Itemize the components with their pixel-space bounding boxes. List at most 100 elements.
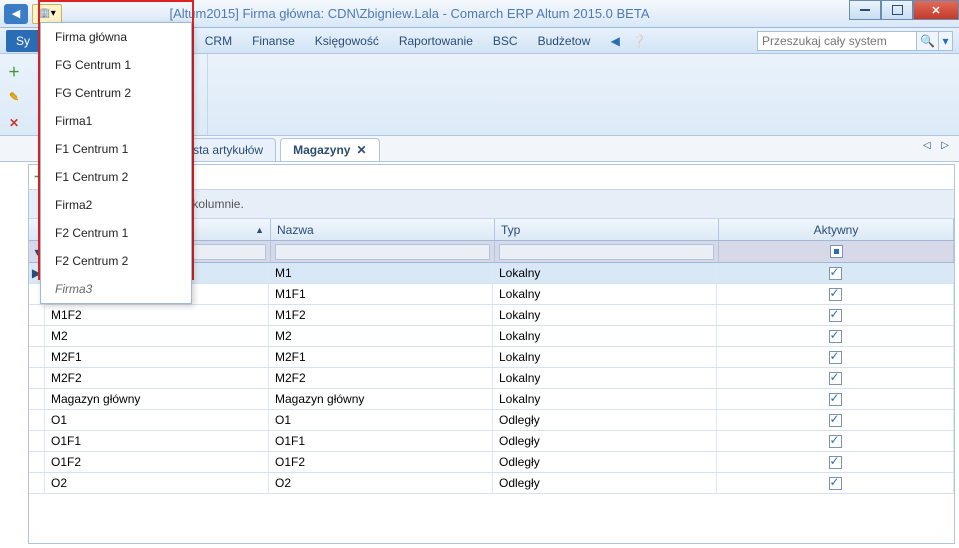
company-dropdown-item[interactable]: Firma1	[41, 107, 191, 135]
aktywny-checkbox[interactable]	[829, 288, 842, 301]
cell-aktywny	[717, 284, 954, 304]
company-dropdown-item[interactable]: F2 Centrum 2	[41, 247, 191, 275]
document-tab[interactable]: Magazyny ✕	[280, 138, 379, 161]
filter-typ-input[interactable]	[499, 244, 714, 260]
menu-system[interactable]: Sy	[6, 30, 40, 52]
cell-kod: O1	[45, 410, 269, 430]
tab-label: Lista artykułów	[184, 143, 263, 157]
company-dropdown-item[interactable]: FG Centrum 2	[41, 79, 191, 107]
table-row[interactable]: O1F1O1F1Odległy	[29, 431, 954, 452]
cell-kod: Magazyn główny	[45, 389, 269, 409]
aktywny-checkbox[interactable]	[829, 351, 842, 364]
filter-aktywny-checkbox[interactable]	[830, 245, 843, 258]
cell-kod: M2F2	[45, 368, 269, 388]
aktywny-checkbox[interactable]	[829, 393, 842, 406]
table-row[interactable]: O1O1Odległy	[29, 410, 954, 431]
search-go-button[interactable]: 🔍	[917, 31, 939, 51]
side-delete-button[interactable]: ✕	[5, 114, 23, 132]
table-row[interactable]: Magazyn głównyMagazyn głównyLokalny	[29, 389, 954, 410]
tab-scroll[interactable]: ◁ ▷	[923, 140, 953, 151]
cell-kod: O2	[45, 473, 269, 493]
cell-nazwa: M1F1	[269, 284, 493, 304]
menu-budzetow[interactable]: Budżetow	[528, 30, 601, 52]
row-indicator	[29, 347, 45, 367]
table-row[interactable]: M2F1M2F1Lokalny	[29, 347, 954, 368]
window-title: [Altum2015] Firma główna: CDN\Zbigniew.L…	[0, 6, 819, 21]
row-indicator	[29, 452, 45, 472]
company-dropdown-item[interactable]: F1 Centrum 1	[41, 135, 191, 163]
back-button[interactable]: ◀	[4, 4, 28, 24]
search-input[interactable]	[757, 31, 917, 51]
cell-typ: Lokalny	[493, 347, 717, 367]
cell-aktywny	[717, 326, 954, 346]
cell-typ: Odległy	[493, 473, 717, 493]
table-row[interactable]: O2O2Odległy	[29, 473, 954, 494]
cell-aktywny	[717, 389, 954, 409]
company-dropdown-item[interactable]: F2 Centrum 1	[41, 219, 191, 247]
company-dropdown-item[interactable]: F1 Centrum 2	[41, 163, 191, 191]
building-icon: 🏢▾	[38, 8, 55, 19]
cell-typ: Lokalny	[493, 326, 717, 346]
filter-nazwa[interactable]	[271, 241, 495, 262]
cell-aktywny	[717, 305, 954, 325]
header-nazwa[interactable]: Nazwa	[271, 219, 495, 240]
cell-typ: Lokalny	[493, 368, 717, 388]
aktywny-checkbox[interactable]	[829, 435, 842, 448]
header-aktywny[interactable]: Aktywny	[719, 219, 954, 240]
company-dropdown-item[interactable]: Firma3	[41, 275, 191, 303]
aktywny-checkbox[interactable]	[829, 477, 842, 490]
menu-ksiegowosc[interactable]: Księgowość	[305, 30, 389, 52]
filter-aktywny[interactable]	[719, 241, 954, 262]
cell-typ: Lokalny	[493, 389, 717, 409]
close-button[interactable]	[913, 0, 959, 20]
aktywny-checkbox[interactable]	[829, 372, 842, 385]
cell-aktywny	[717, 431, 954, 451]
grid-rows: ▶M1M1LokalnyM1F1M1F1LokalnyM1F2M1F2Lokal…	[29, 263, 954, 543]
table-row[interactable]: M2F2M2F2Lokalny	[29, 368, 954, 389]
menu-finanse[interactable]: Finanse	[242, 30, 305, 52]
side-toolbar: ＋ ✎ ✕	[0, 54, 28, 132]
help-icon[interactable]: ❔	[630, 32, 648, 50]
table-row[interactable]: M1F2M1F2Lokalny	[29, 305, 954, 326]
aktywny-checkbox[interactable]	[829, 267, 842, 280]
cell-nazwa: M2F2	[269, 368, 493, 388]
menu-raportowanie[interactable]: Raportowanie	[389, 30, 483, 52]
tab-close-icon[interactable]: ✕	[356, 143, 366, 157]
filter-nazwa-input[interactable]	[275, 244, 490, 260]
company-dropdown[interactable]: Firma głównaFG Centrum 1FG Centrum 2Firm…	[40, 22, 192, 304]
maximize-button[interactable]	[881, 0, 913, 20]
global-search: 🔍 ▾	[757, 31, 953, 51]
cell-nazwa: O1F2	[269, 452, 493, 472]
row-indicator	[29, 410, 45, 430]
side-edit-button[interactable]: ✎	[5, 88, 23, 106]
aktywny-checkbox[interactable]	[829, 414, 842, 427]
aktywny-checkbox[interactable]	[829, 309, 842, 322]
company-dropdown-item[interactable]: Firma2	[41, 191, 191, 219]
cell-nazwa: M2F1	[269, 347, 493, 367]
company-dropdown-item[interactable]: FG Centrum 1	[41, 51, 191, 79]
cell-aktywny	[717, 473, 954, 493]
cell-kod: O1F1	[45, 431, 269, 451]
menu-crm[interactable]: CRM	[195, 30, 242, 52]
filter-typ[interactable]	[495, 241, 719, 262]
cell-kod: M2F1	[45, 347, 269, 367]
search-dropdown-button[interactable]: ▾	[939, 31, 953, 51]
left-arrow-icon[interactable]: ◀	[606, 32, 624, 50]
header-typ[interactable]: Typ	[495, 219, 719, 240]
cell-typ: Odległy	[493, 431, 717, 451]
cell-typ: Lokalny	[493, 284, 717, 304]
cell-typ: Lokalny	[493, 263, 717, 283]
aktywny-checkbox[interactable]	[829, 456, 842, 469]
aktywny-checkbox[interactable]	[829, 330, 842, 343]
row-indicator	[29, 389, 45, 409]
table-row[interactable]: O1F2O1F2Odległy	[29, 452, 954, 473]
side-add-button[interactable]: ＋	[5, 62, 23, 80]
table-row[interactable]: M2M2Lokalny	[29, 326, 954, 347]
company-dropdown-item[interactable]: Firma główna	[41, 23, 191, 51]
menu-bsc[interactable]: BSC	[483, 30, 528, 52]
cell-aktywny	[717, 347, 954, 367]
tab-label: Magazyny	[293, 143, 350, 157]
minimize-button[interactable]	[849, 0, 881, 20]
company-selector-button[interactable]: 🏢▾	[32, 4, 62, 24]
cell-aktywny	[717, 263, 954, 283]
